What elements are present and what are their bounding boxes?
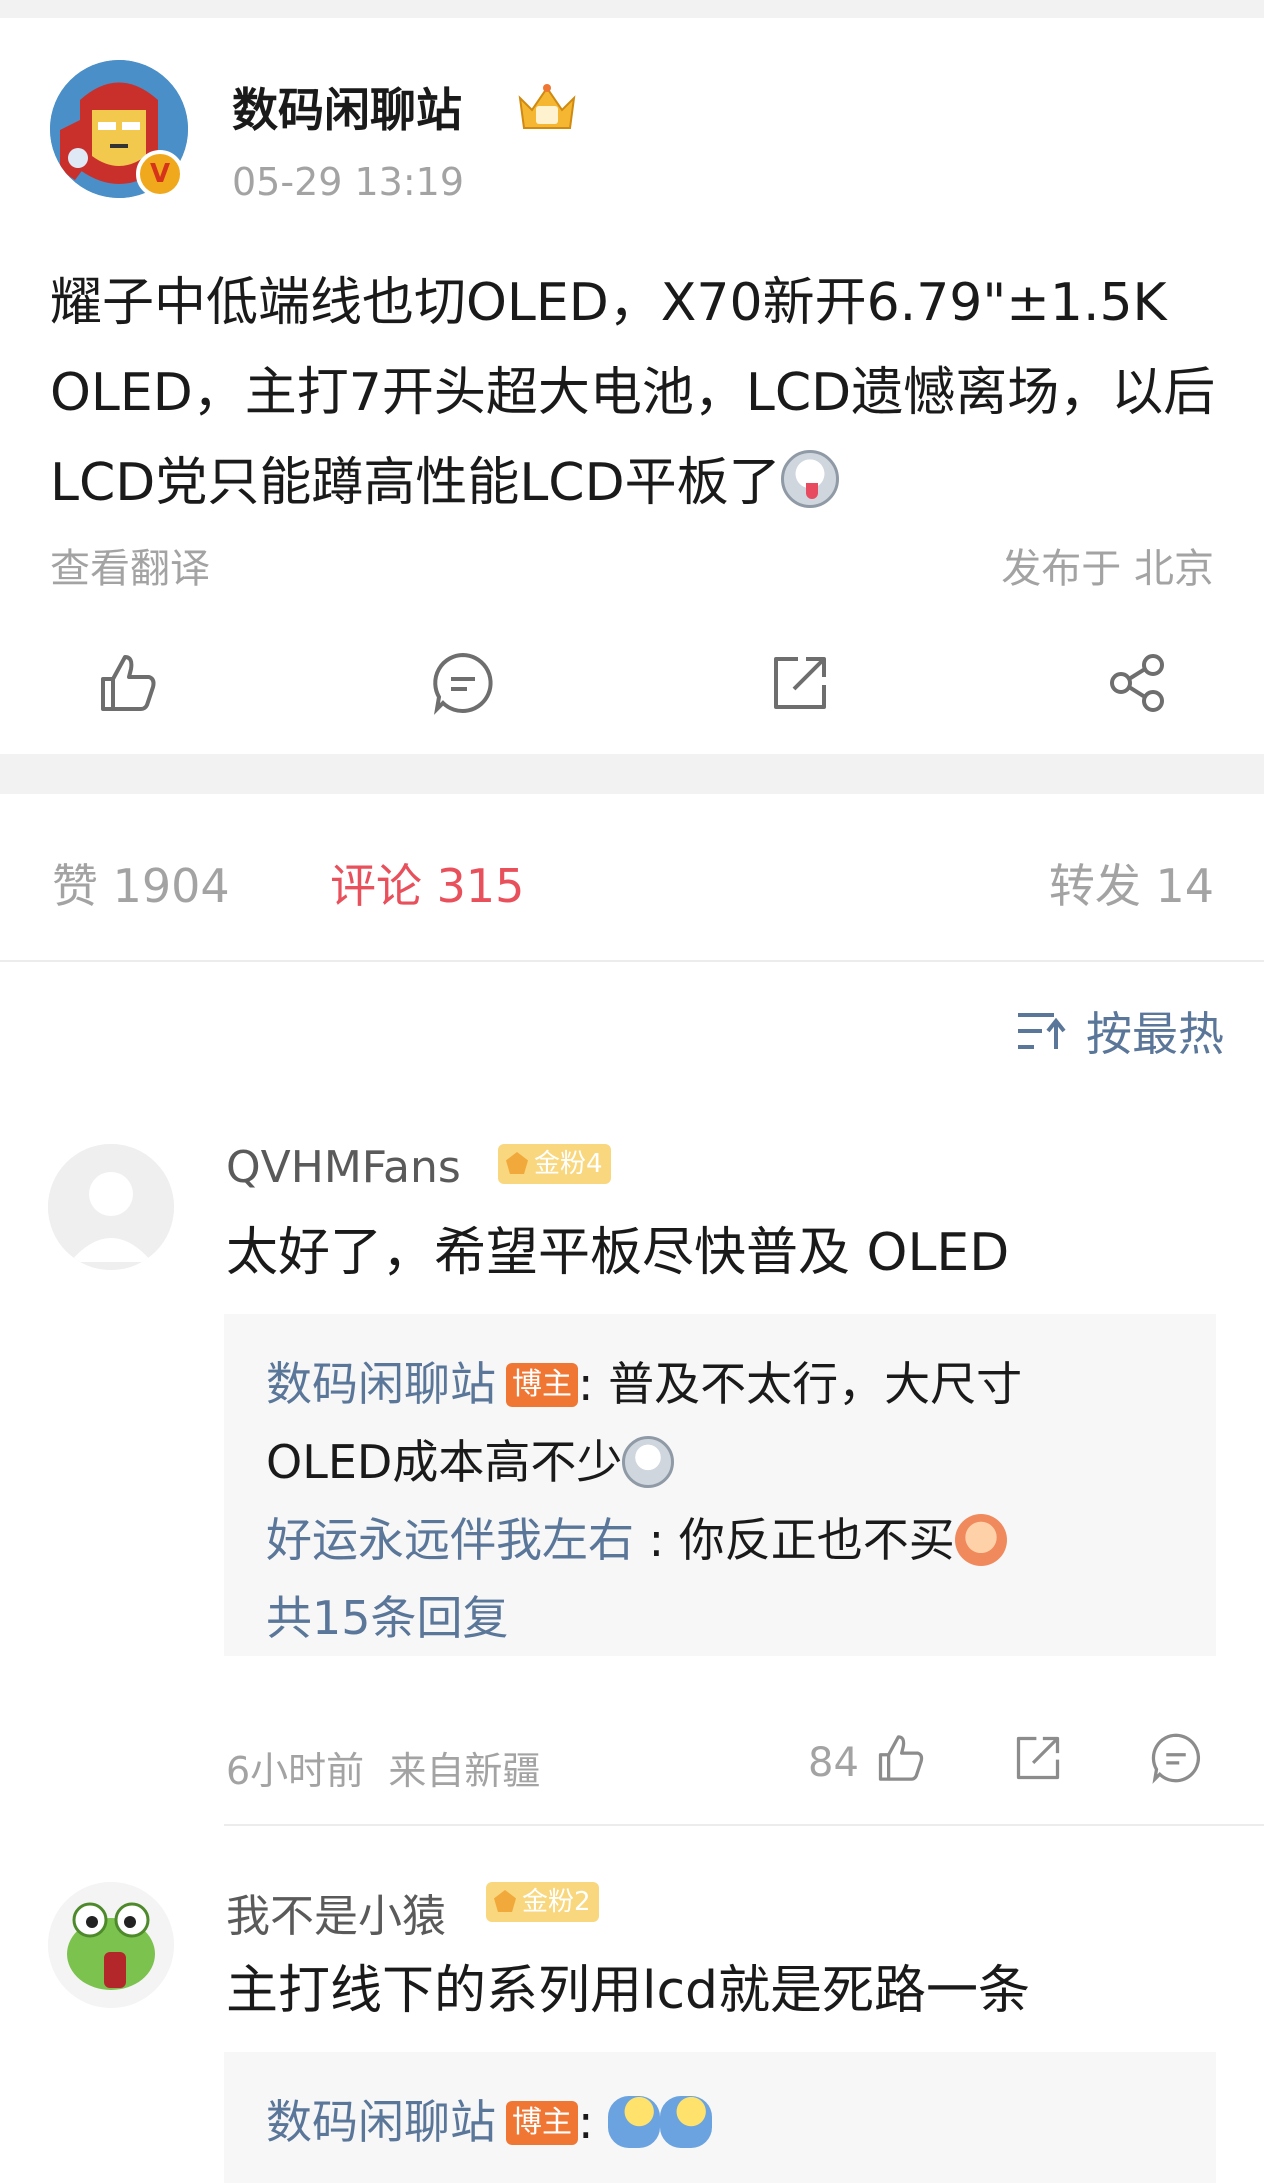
translate-link[interactable]: 查看翻译 <box>50 536 210 594</box>
comment-text: 主打线下的系列用lcd就是死路一条 <box>226 1961 1031 2021</box>
crown-icon[interactable] <box>514 80 580 136</box>
husky-emoji-icon <box>622 1436 675 1488</box>
reply-author[interactable]: 数码闲聊站 <box>266 1357 496 1411</box>
verified-badge-icon: V <box>136 150 184 198</box>
reply-text: : 你反正也不买 <box>634 1513 955 1567</box>
reply-item-continued: OLED成本高不少 <box>266 1426 675 1492</box>
comment-meta: 6小时前 来自新疆 <box>226 1740 540 1795</box>
post-content: 耀子中低端线也切OLED，X70新开6.79"±1.5K OLED，主打7开头超… <box>50 258 1220 528</box>
comment-username[interactable]: QVHMFans <box>226 1142 461 1193</box>
author-name[interactable]: 数码闲聊站 <box>232 74 462 140</box>
tab-comments[interactable]: 评论 315 <box>330 850 524 916</box>
comment-like-count: 84 <box>808 1740 859 1786</box>
repost-icon[interactable] <box>755 638 845 728</box>
bow-emoji-icon <box>660 2096 713 2148</box>
tab-likes[interactable]: 赞 1904 <box>52 850 230 916</box>
comment-divider <box>224 1824 1264 1826</box>
share-icon[interactable] <box>1092 638 1182 728</box>
reply-box[interactable]: 数码闲聊站 博主: 普及不太行，大尺寸 OLED成本高不少 好运永远伴我左右 : … <box>224 1314 1216 1656</box>
reply-item: 数码闲聊站 博主: <box>266 2086 713 2152</box>
comment-like-icon[interactable] <box>874 1732 926 1788</box>
comment-avatar[interactable] <box>48 1882 174 2008</box>
tab-reposts[interactable]: 转发 14 <box>1049 850 1214 916</box>
host-tag: 博主 <box>506 2101 578 2145</box>
reply-item: 数码闲聊站 博主: 普及不太行，大尺寸 <box>266 1348 1022 1414</box>
post-location: 发布于 北京 <box>1001 546 1214 592</box>
comment-avatar[interactable] <box>48 1144 174 1270</box>
comment-username[interactable]: 我不是小猿 <box>226 1880 446 1944</box>
like-icon[interactable] <box>82 638 172 728</box>
host-tag: 博主 <box>506 1363 578 1407</box>
more-replies-link[interactable]: 共15条回复 <box>266 1582 509 1648</box>
reply-item: 好运永远伴我左右 : 你反正也不买 <box>266 1504 1007 1570</box>
sort-label: 按最热 <box>1086 1007 1224 1061</box>
comment-list: 按最热 QVHMFans 金粉4 太好了，希望平板尽快普及 OLED 数码闲聊站… <box>0 962 1264 2183</box>
sort-icon <box>1018 1013 1066 1049</box>
comment-icon[interactable] <box>418 638 508 728</box>
comment-time: 6小时前 <box>226 1749 365 1793</box>
post-content-text: 耀子中低端线也切OLED，X70新开6.79"±1.5K OLED，主打7开头超… <box>50 273 1216 513</box>
laugh-emoji-icon <box>954 1514 1007 1566</box>
comment-text: 太好了，希望平板尽快普及 OLED <box>226 1223 1010 1283</box>
reply-text: : <box>578 2095 594 2149</box>
reply-box[interactable]: 数码闲聊站 博主: <box>224 2052 1216 2183</box>
reply-author[interactable]: 数码闲聊站 <box>266 2095 496 2149</box>
reply-author[interactable]: 好运永远伴我左右 <box>266 1513 634 1567</box>
reply-text: OLED成本高不少 <box>266 1435 623 1489</box>
sort-button[interactable]: 按最热 <box>1016 998 1224 1064</box>
post-time: 05-29 13:19 <box>232 160 465 204</box>
reply-text: : 普及不太行，大尺寸 <box>578 1357 1023 1411</box>
post-actions <box>0 638 1264 728</box>
comment-reply-icon[interactable] <box>1150 1732 1202 1788</box>
post-card: V 数码闲聊站 05-29 13:19 耀子中低端线也切OLED，X70新开6.… <box>0 18 1264 754</box>
comment-repost-icon[interactable] <box>1012 1732 1064 1788</box>
fan-badge[interactable]: 金粉2 <box>486 1882 599 1922</box>
stats-tabs: 赞 1904 评论 315 转发 14 <box>0 794 1264 962</box>
bow-emoji-icon <box>608 2096 661 2148</box>
fan-badge[interactable]: 金粉4 <box>498 1144 611 1184</box>
comment-source: 来自新疆 <box>388 1749 541 1793</box>
husky-emoji-icon <box>780 450 839 508</box>
